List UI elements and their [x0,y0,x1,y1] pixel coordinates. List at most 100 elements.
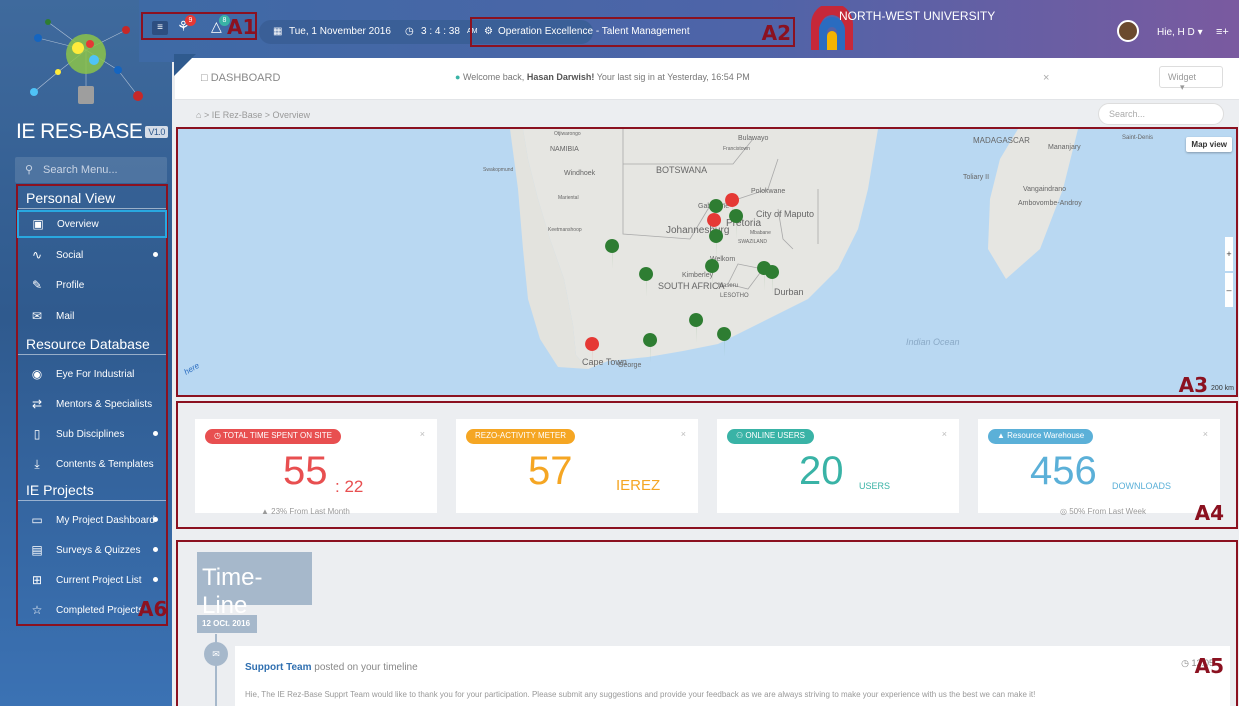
star-icon: ☆ [31,603,43,617]
sidebar-item-sub-disciplines[interactable]: ▯ Sub Disciplines [18,420,166,448]
app-title: IE RES-BASE V1.0 [16,120,168,144]
map-label-maseru: Maseru [718,283,738,289]
sidebar-item-surveys-quizzes[interactable]: ▤ Surveys & Quizzes [18,536,166,564]
close-icon[interactable]: × [420,429,425,439]
annotation-a1: A1 [227,15,257,39]
map-label-kimberley: Kimberley [682,272,714,279]
stat-label-pill: REZO-ACTIVITY METER [466,429,575,444]
close-icon[interactable]: × [942,429,947,439]
stat-suffix: IEREZ [616,477,661,494]
avatar[interactable] [1117,20,1139,42]
stat-label: TOTAL TIME SPENT ON SITE [223,431,332,440]
map-view-button[interactable]: Map view [1186,137,1232,152]
dashboard-header: □ DASHBOARD ● Welcome back, Hasan Darwis… [174,54,1239,100]
section-divider [18,500,166,501]
sidebar-item-my-project-dashboard[interactable]: ▭ My Project Dashboard [18,506,166,534]
stat-value: 456 [1030,449,1097,493]
settings-menu-icon[interactable]: ≡+ [1216,26,1229,38]
stat-footer-text: 23% From Last Month [271,507,350,516]
chevron-down-icon: ▾ [1180,82,1185,92]
notification-dot [153,547,158,552]
map-panel[interactable]: NAMIBIA BOTSWANA Windhoek Bulawayo Franc… [176,127,1238,397]
welcome-name: Hasan Darwish! [526,72,595,82]
map-label-maputo: City of Maputo [756,209,814,219]
sidebar-item-current-project-list[interactable]: ⊞ Current Project List [18,566,166,594]
menu-search-input[interactable]: ⚲ Search Menu... [15,157,167,183]
stats-panel: ◷ TOTAL TIME SPENT ON SITE × 55 : 22 ▲ 2… [176,401,1238,529]
menu-toggle-button[interactable]: ≡ [152,21,168,35]
context-selector[interactable]: ⚙ Operation Excellence - Talent Manageme… [470,17,795,47]
sidebar-item-label: Eye For Industrial [56,368,135,380]
post-message: Hie, The IE Rez-Base Supprt Team would l… [245,690,1036,699]
user-menu-button[interactable]: Hie, H D ▾ [1157,27,1203,38]
close-icon[interactable]: × [1043,72,1049,84]
stat-card-online-users: ⚇ ONLINE USERS × 20 USERS [717,419,959,513]
app-title-text: IE RES-BASE [16,120,143,143]
sidebar-item-mail[interactable]: ✉ Mail [18,302,166,330]
post-action: posted on your timeline [314,662,418,673]
annotation-a6: A6 [138,597,168,621]
shuffle-icon: ⇄ [31,397,43,411]
sidebar-item-profile[interactable]: ✎ Profile [18,271,166,299]
notification-dot [153,517,158,522]
section-divider [18,354,166,355]
sidebar-item-eye-for-industrial[interactable]: ◉ Eye For Industrial [18,360,166,388]
map-attribution: here [183,361,202,377]
stat-footer: ◎ 50% From Last Week [1060,507,1146,516]
widget-dropdown[interactable]: Widget ▾ [1159,66,1223,92]
network-logo-icon [30,19,143,104]
home-icon[interactable]: ⌂ [196,110,201,120]
zoom-out-button[interactable]: – [1225,273,1233,307]
search-icon: ⚲ [25,164,34,176]
welcome-suffix: Your last sig in at Yesterday, 16:54 PM [596,72,750,82]
timeline-date: 12 OCt. 2016 [197,615,257,633]
clock-icon: ◷ [405,26,414,37]
stat-card-rezo-activity: REZO-ACTIVITY METER × 57 IEREZ [456,419,698,513]
breadcrumb-path[interactable]: IE Rez-Base > Overview [212,110,310,120]
search-input[interactable]: Search... [1098,103,1224,125]
stat-suffix: : 22 [335,477,364,496]
map-label-lesotho: LESOTHO [720,293,749,299]
map-label-otjiwarongo: Otjiwarongo [554,131,581,137]
zoom-in-button[interactable]: + [1225,237,1233,271]
user-name: Hie, H D [1157,27,1195,38]
southern-africa-map[interactable]: NAMIBIA BOTSWANA Windhoek Bulawayo Franc… [178,129,1236,395]
stat-label: ONLINE USERS [745,431,805,440]
stat-label-pill: ▲ Resource Warehouse [988,429,1094,444]
window-icon: ▣ [32,217,44,231]
post-header: Support Team posted on your timeline [245,662,418,673]
notification-dot [153,252,158,257]
post-author[interactable]: Support Team [245,662,311,673]
map-label-botswana: BOTSWANA [656,165,707,175]
page-title: □ DASHBOARD [201,72,281,84]
sidebar-item-contents-templates[interactable]: ⤓ Contents & Templates [18,450,166,478]
stat-suffix: DOWNLOADS [1112,481,1172,491]
map-label-george: George [618,362,641,369]
map-label-namibia: NAMIBIA [550,146,579,153]
sidebar-item-overview[interactable]: ▣ Overview [17,210,167,238]
map-label-keetmanshoop: Keetmanshoop [548,227,582,233]
map-label-mananjary: Mananjary [1048,144,1081,151]
close-icon[interactable]: × [681,429,686,439]
stat-suffix: USERS [859,481,891,491]
sidebar-item-label: Overview [57,218,99,230]
map-label-mariental: Mariental [558,195,579,201]
university-name: NORTH-WEST UNIVERSITY [839,9,996,23]
close-icon[interactable]: × [1203,429,1208,439]
stat-value: 20 [799,449,844,493]
menu-search-placeholder: Search Menu... [43,164,118,176]
stat-label-pill: ◷ TOTAL TIME SPENT ON SITE [205,429,341,444]
quick-actions-group: ≡ ⚘ 9 △ 8 A1 [141,12,257,40]
sidebar-item-label: Profile [56,279,85,291]
top-bar: ≡ ⚘ 9 △ 8 A1 ▦ Tue, 1 November 2016 ◷ 3 … [139,0,1239,62]
breadcrumb: ⌂ > IE Rez-Base > Overview [196,110,310,120]
sidebar-item-label: Sub Disciplines [56,428,125,440]
stat-label-pill: ⚇ ONLINE USERS [727,429,814,444]
map-label-durban: Durban [774,287,804,297]
stat-footer: ▲ 23% From Last Month [261,507,350,516]
map-label-madagascar: MADAGASCAR [973,136,1030,145]
info-icon: ● [455,72,461,82]
annotation-a5: A5 [1194,654,1224,678]
sidebar-item-mentors[interactable]: ⇄ Mentors & Specialists [18,390,166,418]
sidebar-item-social[interactable]: ∿ Social [18,241,166,269]
